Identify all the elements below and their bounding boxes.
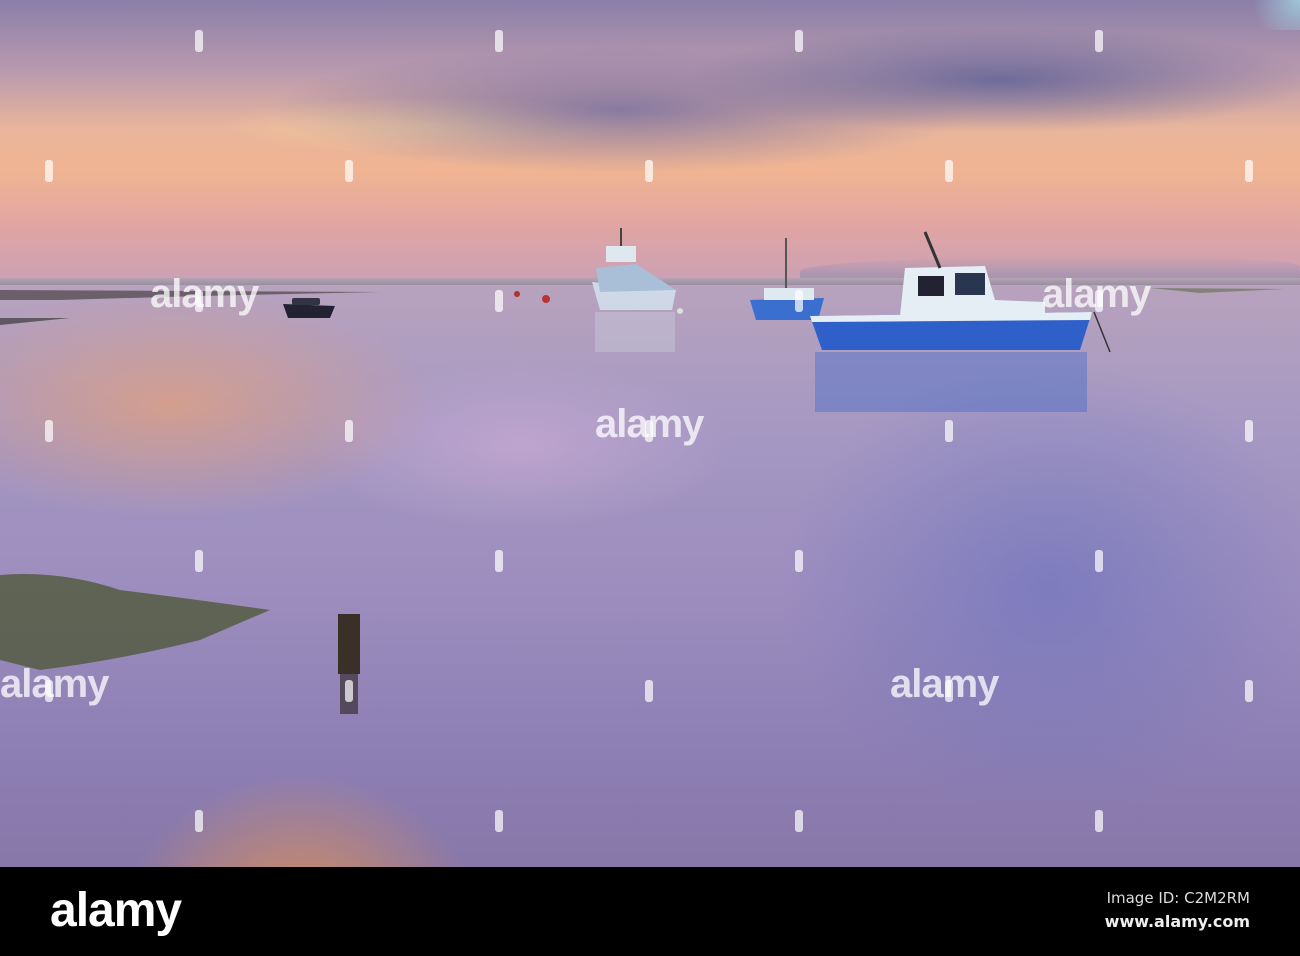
watermark-dot: [945, 160, 953, 182]
watermark-dot: [945, 680, 953, 702]
site-url: www.alamy.com: [1104, 912, 1250, 931]
watermark-dot: [795, 290, 803, 312]
watermark: alamy: [150, 272, 259, 316]
alamy-logo: alamy: [50, 884, 182, 937]
marsh-grass: [0, 574, 270, 670]
small-dinghy: [283, 298, 335, 318]
watermark-dot: [795, 30, 803, 52]
watermark-dot: [45, 160, 53, 182]
watermark-dot: [1095, 550, 1103, 572]
watermark: alamy: [0, 662, 109, 706]
watermark-dot: [495, 290, 503, 312]
watermark-dot: [1095, 810, 1103, 832]
watermark-dot: [795, 550, 803, 572]
watermark-dot: [945, 420, 953, 442]
watermark-dot: [495, 30, 503, 52]
watermark-dot: [1245, 160, 1253, 182]
covered-boat: [592, 228, 676, 310]
image-id-label: Image ID: C2M2RM: [1106, 889, 1250, 907]
watermark-dot: [795, 810, 803, 832]
watermark-dot: [45, 420, 53, 442]
watermark-dot: [195, 30, 203, 52]
watermark-dot: [495, 810, 503, 832]
watermark-dot: [345, 680, 353, 702]
watermark-dot: [195, 550, 203, 572]
watermark-dot: [1095, 290, 1103, 312]
watermark-dot: [645, 160, 653, 182]
watermark-dot: [1095, 30, 1103, 52]
photo: alamy alamy alamy alamy alamy: [0, 0, 1300, 867]
watermark-dot: [45, 680, 53, 702]
watermark-dot: [645, 420, 653, 442]
watermark-dot: [1245, 680, 1253, 702]
watermark-dot: [345, 160, 353, 182]
watermark-dot: [345, 420, 353, 442]
watermark-dot: [495, 550, 503, 572]
small-motorboat: [750, 238, 824, 320]
watermark-dot: [1245, 420, 1253, 442]
watermark-dot: [645, 680, 653, 702]
watermark-dot: [195, 290, 203, 312]
watermark-dot: [195, 810, 203, 832]
